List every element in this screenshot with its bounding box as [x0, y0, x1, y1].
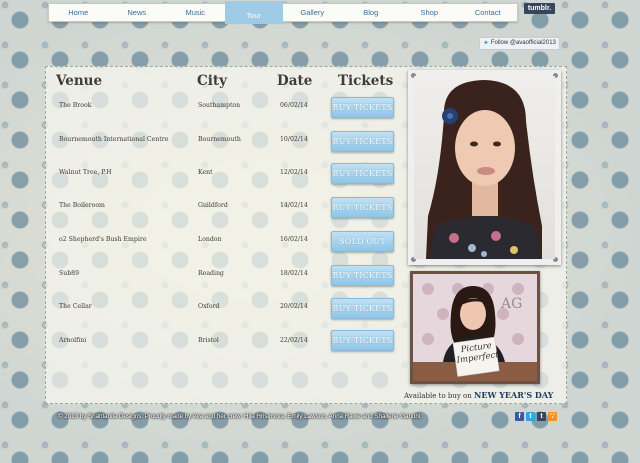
- footer-credits: © 2013 by Shantanila Designs. Proudly ma…: [58, 413, 422, 420]
- buy-tickets-button[interactable]: BUY TICKETS: [331, 131, 394, 152]
- header-tickets: Tickets: [338, 73, 394, 89]
- buy-tickets-button[interactable]: BUY TICKETS: [331, 265, 394, 286]
- follow-label: Follow @avaofficial2013: [490, 40, 556, 46]
- date-cell: 10/02/14: [280, 136, 308, 143]
- nav-blog[interactable]: Blog: [342, 4, 401, 21]
- city-cell: Bristol: [198, 337, 219, 344]
- city-cell: Bournemouth: [198, 136, 241, 143]
- date-cell: 06/02/14: [280, 102, 308, 109]
- twitter-bird-icon: ✦: [483, 40, 489, 47]
- nav-contact[interactable]: Contact: [459, 4, 518, 21]
- buy-tickets-button[interactable]: BUY TICKETS: [331, 97, 394, 118]
- availability-text: Available to buy on NEW YEAR'S DAY: [404, 390, 553, 400]
- nav-tour[interactable]: Tour: [224, 1, 283, 24]
- city-cell: Guildford: [198, 202, 228, 209]
- header-date: Date: [277, 73, 313, 89]
- venue-cell: Arnolfini: [59, 337, 87, 344]
- header-city: City: [197, 73, 227, 89]
- city-cell: Kent: [198, 169, 213, 176]
- buy-tickets-button[interactable]: BUY TICKETS: [331, 163, 394, 184]
- main-nav: Home News Music Tour Gallery Blog Shop C…: [48, 1, 518, 24]
- header-venue: Venue: [56, 73, 103, 89]
- svg-text:AG: AG: [500, 296, 522, 312]
- facebook-icon[interactable]: f: [515, 412, 524, 421]
- date-cell: 16/02/14: [280, 236, 308, 243]
- album-cover-photo: AG Picture Imperfect: [413, 274, 537, 381]
- tumblr-button[interactable]: tumblr.: [524, 3, 555, 14]
- date-cell: 20/02/14: [280, 303, 308, 310]
- buy-tickets-button[interactable]: BUY TICKETS: [331, 330, 394, 351]
- venue-cell: Bournemouth International Centre: [59, 136, 169, 143]
- city-cell: Oxford: [198, 303, 220, 310]
- tumblr-icon[interactable]: t: [537, 412, 546, 421]
- venue-cell: Walnut Tree, P.H: [59, 169, 112, 176]
- date-cell: 22/02/14: [280, 337, 308, 344]
- date-cell: 18/02/14: [280, 270, 308, 277]
- date-cell: 14/02/14: [280, 202, 308, 209]
- twitter-icon[interactable]: t: [526, 412, 535, 421]
- date-cell: 12/02/14: [280, 169, 308, 176]
- album-cover-frame[interactable]: AG Picture Imperfect: [410, 271, 540, 384]
- venue-cell: o2 Shepherd's Bush Empire: [59, 236, 147, 243]
- rss-icon[interactable]: ∵: [548, 412, 557, 421]
- nav-news[interactable]: News: [108, 4, 167, 21]
- venue-cell: The Brook: [59, 102, 92, 109]
- artist-portrait-frame: [408, 70, 561, 265]
- nav-music[interactable]: Music: [166, 4, 225, 21]
- venue-cell: The Boileroom: [59, 202, 105, 209]
- nav-gallery[interactable]: Gallery: [283, 4, 342, 21]
- buy-tickets-button[interactable]: BUY TICKETS: [331, 197, 394, 218]
- city-cell: Southampton: [198, 102, 241, 109]
- availability-prefix: Available to buy on: [404, 392, 472, 400]
- availability-day: NEW YEAR'S DAY: [474, 390, 554, 400]
- sold-out-button[interactable]: SOLD OUT: [331, 231, 394, 252]
- venue-cell: Sub89: [59, 270, 80, 277]
- buy-tickets-button[interactable]: BUY TICKETS: [331, 298, 394, 319]
- city-cell: Reading: [198, 270, 224, 277]
- twitter-follow-button[interactable]: ✦ Follow @avaofficial2013: [479, 37, 560, 50]
- city-cell: London: [198, 236, 222, 243]
- venue-cell: The Cellar: [59, 303, 92, 310]
- nav-home[interactable]: Home: [49, 4, 108, 21]
- artist-portrait-photo: [414, 76, 555, 259]
- nav-shop[interactable]: Shop: [400, 4, 459, 21]
